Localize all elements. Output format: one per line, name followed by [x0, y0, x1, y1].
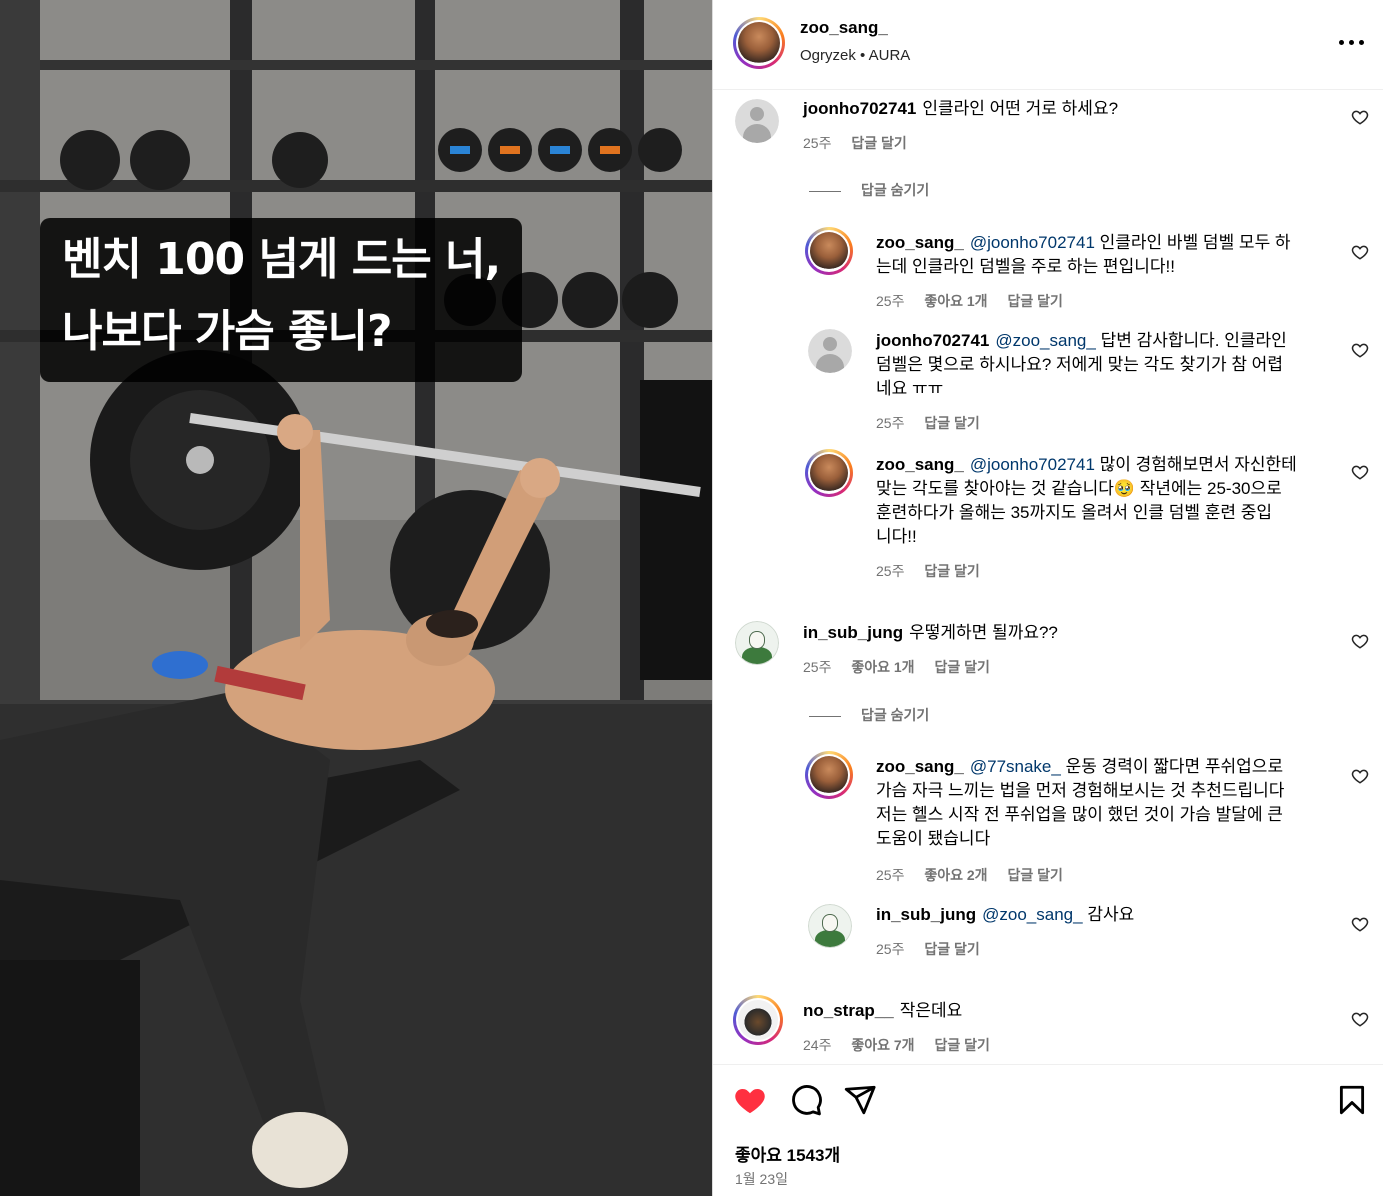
comment-username[interactable]: zoo_sang_: [876, 757, 964, 776]
heart-outline-icon[interactable]: [1351, 915, 1369, 933]
reply-button[interactable]: 답글 달기: [924, 941, 979, 957]
audio-separator: •: [860, 47, 866, 64]
commenter-avatar[interactable]: [808, 329, 852, 373]
reply-button[interactable]: 답글 달기: [1007, 293, 1062, 309]
comment-meta: 25주 답글 달기: [803, 133, 923, 153]
comments-panel: zoo_sang_ Ogryzek • AURA joonho702741 인클라…: [712, 0, 1383, 1196]
likes-count-button[interactable]: 좋아요 1개: [924, 293, 987, 309]
commenter-avatar[interactable]: [805, 751, 853, 799]
comment-time[interactable]: 25주: [803, 659, 831, 675]
comment-text: no_strap__ 작은데요: [803, 1001, 963, 1020]
comment-time[interactable]: 25주: [876, 563, 904, 579]
commenter-avatar[interactable]: [805, 227, 853, 275]
heart-outline-icon[interactable]: [1351, 1010, 1369, 1028]
comment-text: joonho702741 인클라인 어떤 거로 하세요?: [803, 99, 1119, 118]
post-video[interactable]: 벤치 100 넘게 드는 너, 나보다 가슴 좋니?: [0, 0, 712, 1196]
comment-username[interactable]: joonho702741: [803, 99, 916, 118]
reply-button[interactable]: 답글 달기: [924, 415, 979, 431]
comment-time[interactable]: 25주: [803, 135, 831, 151]
commenter-avatar[interactable]: [735, 99, 779, 143]
comment-meta: 24주 좋아요 7개 답글 달기: [803, 1035, 1006, 1055]
caption-line-1: 벤치 100 넘게 드는 너,: [62, 234, 501, 285]
hide-replies-button[interactable]: 답글 숨기기: [809, 180, 929, 200]
reply-button[interactable]: 답글 달기: [924, 563, 979, 579]
audio-artist: Ogryzek: [800, 47, 856, 64]
comment-time[interactable]: 25주: [876, 867, 904, 883]
comment-meta: 25주 좋아요 1개 답글 달기: [876, 291, 1079, 311]
heart-outline-icon[interactable]: [1351, 632, 1369, 650]
comment-text: joonho702741 @zoo_sang_ 답변 감사합니다. 인클라인 덤벨은…: [876, 331, 1287, 398]
post-date[interactable]: 1월 23일: [735, 1169, 788, 1189]
comment-text: in_sub_jung 우떻게하면 될까요??: [803, 623, 1058, 642]
comment-text: zoo_sang_ @joonho702741 인클라인 바벨 덤벨 모두 하 는데…: [876, 233, 1291, 276]
mention-link[interactable]: @77snake_: [970, 757, 1061, 776]
video-frame: [0, 0, 712, 1196]
audio-info[interactable]: Ogryzek • AURA: [800, 47, 910, 64]
likes-count-button[interactable]: 좋아요 1개: [851, 659, 914, 675]
likes-count[interactable]: 좋아요 1543개: [735, 1141, 840, 1166]
comment-icon[interactable]: [789, 1083, 823, 1117]
heart-outline-icon[interactable]: [1351, 243, 1369, 261]
comment-username[interactable]: zoo_sang_: [876, 455, 964, 474]
comment-time[interactable]: 25주: [876, 941, 904, 957]
comment-username[interactable]: in_sub_jung: [876, 905, 976, 924]
comment-time[interactable]: 24주: [803, 1037, 831, 1053]
comment-username[interactable]: in_sub_jung: [803, 623, 903, 642]
caption-line-2: 나보다 가슴 좋니?: [62, 306, 393, 357]
likes-count-button[interactable]: 좋아요 2개: [924, 867, 987, 883]
comment-text: in_sub_jung @zoo_sang_ 감사요: [876, 905, 1135, 924]
heart-filled-icon[interactable]: [733, 1083, 767, 1117]
heart-outline-icon[interactable]: [1351, 463, 1369, 481]
author-username[interactable]: zoo_sang_: [800, 18, 888, 38]
mention-link[interactable]: @zoo_sang_: [982, 905, 1082, 924]
comment-meta: 25주 좋아요 2개 답글 달기: [876, 865, 1079, 885]
heart-outline-icon[interactable]: [1351, 767, 1369, 785]
comment-meta: 25주 답글 달기: [876, 413, 996, 433]
hide-replies-button[interactable]: 답글 숨기기: [809, 705, 929, 725]
comment-username[interactable]: zoo_sang_: [876, 233, 964, 252]
comment-time[interactable]: 25주: [876, 415, 904, 431]
commenter-avatar[interactable]: [805, 449, 853, 497]
audio-track: AURA: [868, 47, 911, 64]
mention-link[interactable]: @zoo_sang_: [995, 331, 1095, 350]
heart-outline-icon[interactable]: [1351, 108, 1369, 126]
commenter-avatar[interactable]: [735, 621, 779, 665]
comments-list: joonho702741 인클라인 어떤 거로 하세요? 25주 답글 달기 답글…: [713, 91, 1383, 1064]
post-header: zoo_sang_ Ogryzek • AURA: [713, 0, 1383, 90]
more-options-icon[interactable]: [1337, 28, 1367, 58]
author-avatar[interactable]: [733, 17, 785, 69]
reply-button[interactable]: 답글 달기: [934, 659, 989, 675]
video-caption: 벤치 100 넘게 드는 너, 나보다 가슴 좋니?: [40, 218, 523, 382]
share-icon[interactable]: [843, 1083, 877, 1117]
comment-text: zoo_sang_ @77snake_ 운동 경력이 짧다면 푸쉬업으로 가슴 자극…: [876, 757, 1285, 848]
bookmark-icon[interactable]: [1335, 1083, 1369, 1117]
comment-meta: 25주 답글 달기: [876, 561, 996, 581]
mention-link[interactable]: @joonho702741: [970, 233, 1095, 252]
heart-outline-icon[interactable]: [1351, 341, 1369, 359]
reply-button[interactable]: 답글 달기: [851, 135, 906, 151]
reply-button[interactable]: 답글 달기: [1007, 867, 1062, 883]
comment-meta: 25주 답글 달기: [876, 939, 996, 959]
reply-button[interactable]: 답글 달기: [934, 1037, 989, 1053]
likes-count-button[interactable]: 좋아요 7개: [851, 1037, 914, 1053]
comment-text: zoo_sang_ @joonho702741 많이 경험해보면서 자신한테 맞는 …: [876, 455, 1297, 546]
commenter-avatar[interactable]: [808, 904, 852, 948]
comment-username[interactable]: no_strap__: [803, 1001, 894, 1020]
comment-username[interactable]: joonho702741: [876, 331, 989, 350]
comment-meta: 25주 좋아요 1개 답글 달기: [803, 657, 1006, 677]
comment-time[interactable]: 25주: [876, 293, 904, 309]
commenter-avatar[interactable]: [733, 995, 783, 1045]
post-actions: 좋아요 1543개 1월 23일: [713, 1064, 1383, 1196]
mention-link[interactable]: @joonho702741: [970, 455, 1095, 474]
